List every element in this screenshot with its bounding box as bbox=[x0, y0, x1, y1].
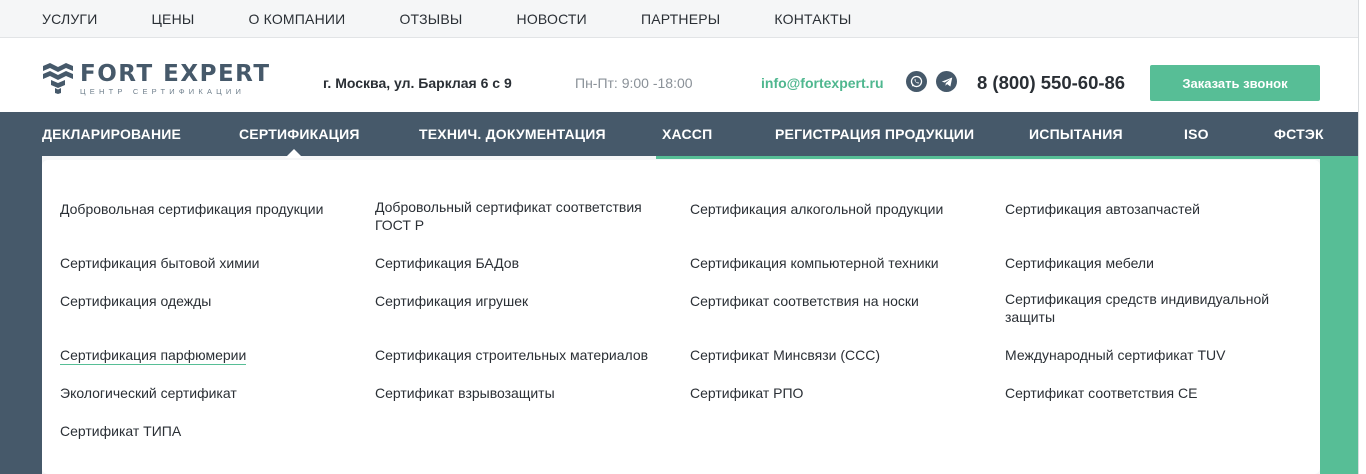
topnav-services[interactable]: УСЛУГИ bbox=[42, 11, 97, 27]
nav-certification[interactable]: СЕРТИФИКАЦИЯ bbox=[239, 126, 360, 142]
accent-line bbox=[656, 156, 1358, 159]
topnav-contacts[interactable]: КОНТАКТЫ bbox=[774, 11, 851, 27]
nav-product-registration[interactable]: РЕГИСТРАЦИЯ ПРОДУКЦИИ bbox=[775, 126, 974, 142]
nav-testing[interactable]: ИСПЫТАНИЯ bbox=[1029, 126, 1123, 142]
whatsapp-icon[interactable] bbox=[906, 71, 927, 92]
email-link[interactable]: info@fortexpert.ru bbox=[761, 75, 884, 91]
dropdown-item[interactable]: Сертификат соответствия CE bbox=[1005, 384, 1295, 402]
dropdown-item[interactable]: Сертификат взрывозащиты bbox=[375, 384, 665, 402]
callback-button[interactable]: Заказать звонок bbox=[1150, 65, 1320, 101]
dropdown-item[interactable]: Сертификат ТИПА bbox=[60, 422, 350, 440]
nav-tech-documentation[interactable]: ТЕХНИЧ. ДОКУМЕНТАЦИЯ bbox=[419, 126, 606, 142]
address: г. Москва, ул. Барклая 6 с 9 bbox=[323, 75, 512, 91]
telegram-glyph-icon bbox=[941, 77, 952, 86]
dropdown-item[interactable]: Сертификация БАДов bbox=[375, 254, 665, 272]
dropdown-item[interactable]: Сертификация компьютерной техники bbox=[690, 254, 980, 272]
background-band-left bbox=[0, 156, 42, 474]
dropdown-item[interactable]: Сертификация мебели bbox=[1005, 254, 1295, 272]
scrollbar-gutter[interactable] bbox=[1358, 0, 1366, 474]
telegram-icon[interactable] bbox=[936, 71, 957, 92]
topnav-partners[interactable]: ПАРТНЕРЫ bbox=[641, 11, 720, 27]
dropdown-item[interactable]: Сертификация алкогольной продукции bbox=[690, 200, 980, 218]
dropdown-item[interactable]: Сертификат Минсвязи (ССС) bbox=[690, 346, 980, 364]
background-band-right bbox=[1320, 156, 1358, 474]
topnav-about[interactable]: О КОМПАНИИ bbox=[248, 11, 345, 27]
nav-fstek[interactable]: ФСТЭК bbox=[1274, 126, 1324, 142]
phone-number[interactable]: 8 (800) 550-60-86 bbox=[977, 72, 1125, 94]
dropdown-item[interactable]: Экологический сертификат bbox=[60, 384, 350, 402]
dropdown-item[interactable]: Сертификация средств индивидуальной защи… bbox=[1005, 290, 1305, 326]
top-navigation-bar: УСЛУГИ ЦЕНЫ О КОМПАНИИ ОТЗЫВЫ НОВОСТИ ПА… bbox=[0, 0, 1366, 38]
dropdown-item-active-label: Сертификация парфюмерии bbox=[60, 347, 247, 365]
certification-dropdown-menu: Добровольная сертификация продукции Серт… bbox=[42, 160, 1320, 474]
nav-iso[interactable]: ISO bbox=[1184, 126, 1209, 142]
dropdown-item[interactable]: Добровольная сертификация продукции bbox=[60, 200, 350, 218]
topnav-prices[interactable]: ЦЕНЫ bbox=[151, 11, 194, 27]
dropdown-item[interactable]: Сертификат РПО bbox=[690, 384, 980, 402]
dropdown-item[interactable]: Сертификация автозапчастей bbox=[1005, 200, 1295, 218]
dropdown-item[interactable]: Сертификация бытовой химии bbox=[60, 254, 350, 272]
main-navigation: ДЕКЛАРИРОВАНИЕ СЕРТИФИКАЦИЯ ТЕХНИЧ. ДОКУ… bbox=[0, 112, 1358, 156]
site-header: FORT EXPERT ЦЕНТР СЕРТИФИКАЦИИ г. Москва… bbox=[0, 38, 1358, 112]
dropdown-item[interactable]: Международный сертификат TUV bbox=[1005, 346, 1295, 364]
dropdown-pointer bbox=[285, 149, 303, 158]
working-hours: Пн-Пт: 9:00 -18:00 bbox=[575, 75, 693, 91]
topnav-reviews[interactable]: ОТЗЫВЫ bbox=[399, 11, 462, 27]
dropdown-item[interactable]: Добровольный сертификат соответствия ГОС… bbox=[375, 198, 665, 234]
logo[interactable]: FORT EXPERT ЦЕНТР СЕРТИФИКАЦИИ bbox=[42, 62, 271, 96]
dropdown-item-active[interactable]: Сертификация парфюмерии bbox=[60, 346, 350, 365]
top-nav-links: УСЛУГИ ЦЕНЫ О КОМПАНИИ ОТЗЫВЫ НОВОСТИ ПА… bbox=[42, 0, 906, 38]
fort-expert-logo-icon bbox=[43, 63, 73, 94]
logo-title: FORT EXPERT bbox=[80, 61, 271, 87]
dropdown-item[interactable]: Сертификация строительных материалов bbox=[375, 346, 665, 364]
dropdown-item[interactable]: Сертификация одежды bbox=[60, 292, 350, 310]
nav-declaration[interactable]: ДЕКЛАРИРОВАНИЕ bbox=[42, 126, 181, 142]
logo-text: FORT EXPERT ЦЕНТР СЕРТИФИКАЦИИ bbox=[80, 62, 271, 96]
whatsapp-glyph-icon bbox=[910, 75, 923, 88]
dropdown-item[interactable]: Сертификат соответствия на носки bbox=[690, 292, 980, 310]
topnav-news[interactable]: НОВОСТИ bbox=[517, 11, 587, 27]
dropdown-item[interactable]: Сертификация игрушек bbox=[375, 292, 665, 310]
logo-subtitle: ЦЕНТР СЕРТИФИКАЦИИ bbox=[80, 87, 246, 96]
nav-haccp[interactable]: ХАССП bbox=[662, 126, 712, 142]
